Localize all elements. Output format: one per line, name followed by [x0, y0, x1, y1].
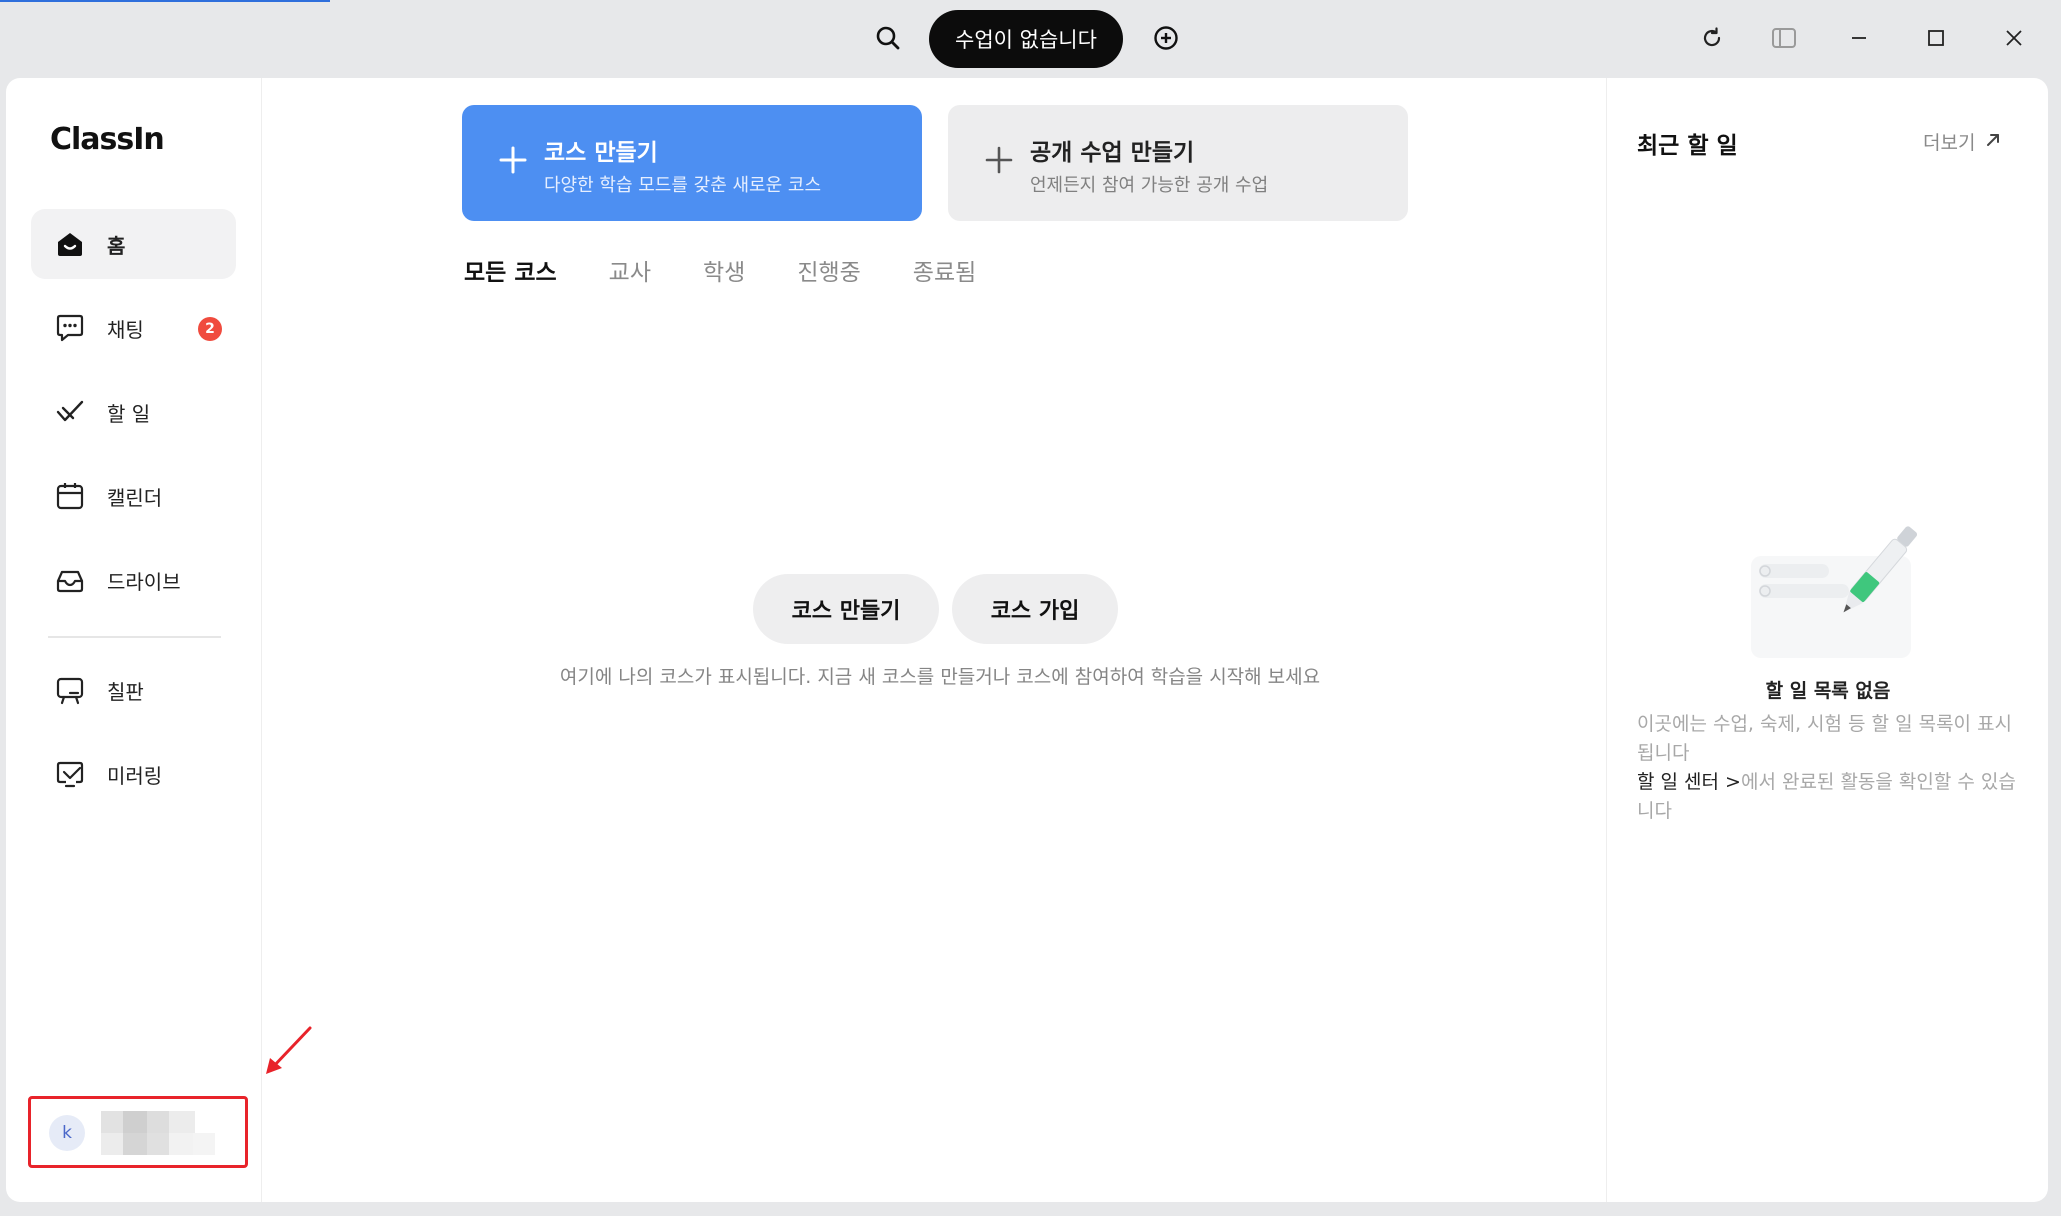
- empty-courses-hint: 여기에 나의 코스가 표시됩니다. 지금 새 코스를 만들거나 코스에 참여하여…: [559, 666, 1321, 688]
- empty-todo-illustration: [1751, 526, 1918, 658]
- sidebar-item-drive[interactable]: 드라이브: [31, 545, 236, 615]
- unread-badge: 2: [198, 317, 222, 341]
- calendar-icon: [53, 479, 87, 513]
- sidebar-item-home[interactable]: 홈: [31, 209, 236, 279]
- create-public-class-card[interactable]: 공개 수업 만들기 언제든지 참여 가능한 공개 수업: [948, 105, 1408, 221]
- home-icon: [53, 227, 87, 261]
- avatar[interactable]: k: [49, 1115, 85, 1151]
- user-profile[interactable]: k: [28, 1096, 248, 1168]
- blackboard-icon: [53, 673, 87, 707]
- sidebar-item-label: 채팅: [107, 317, 144, 342]
- sidebar-item-mirroring[interactable]: 미러링: [31, 739, 236, 809]
- classin-logo: ClassIn: [50, 122, 165, 157]
- todo-icon: [53, 395, 87, 429]
- create-public-subtitle: 언제든지 참여 가능한 공개 수업: [1030, 175, 1269, 196]
- sidebar-item-label: 칠판: [107, 679, 144, 704]
- sidebar-item-blackboard[interactable]: 칠판: [31, 655, 236, 725]
- drive-icon: [53, 563, 87, 597]
- arrow-up-right-icon: [1985, 131, 2001, 153]
- sidebar-item-label: 드라이브: [107, 569, 181, 594]
- join-course-button[interactable]: 코스 가입: [952, 574, 1118, 644]
- blurred-username: [97, 1111, 217, 1157]
- sidebar-item-label: 할 일: [107, 401, 151, 426]
- class-status-pill[interactable]: 수업이 없습니다: [929, 10, 1123, 68]
- close-icon[interactable]: [1996, 20, 2032, 56]
- plus-icon: [499, 146, 527, 174]
- create-course-card[interactable]: 코스 만들기 다양한 학습 모드를 갖춘 새로운 코스: [462, 105, 922, 221]
- maximize-icon[interactable]: [1918, 20, 1954, 56]
- todo-center-link[interactable]: 할 일 센터: [1637, 771, 1719, 793]
- recent-todo-title: 최근 할 일: [1637, 133, 1738, 159]
- empty-create-course-button[interactable]: 코스 만들기: [753, 574, 939, 644]
- app-window: 수업이 없습니다 ClassIn 홈 채팅 2 할 일 캘린더 드라이브 칠판 …: [0, 0, 2061, 1216]
- tab-ended[interactable]: 종료됨: [913, 253, 976, 293]
- create-public-title: 공개 수업 만들기: [1030, 140, 1195, 166]
- sidebar-toggle-icon[interactable]: [1766, 20, 1802, 56]
- chevron-right-icon: >: [1719, 771, 1741, 793]
- tab-all-courses[interactable]: 모든 코스: [464, 253, 557, 293]
- plus-icon: [985, 146, 1013, 174]
- tab-in-progress[interactable]: 진행중: [797, 253, 860, 293]
- create-course-title: 코스 만들기: [544, 140, 658, 166]
- empty-todo-description: 이곳에는 수업, 숙제, 시험 등 할 일 목록이 표시됩니다 할 일 센터 >…: [1637, 710, 2027, 826]
- more-link[interactable]: 더보기: [1923, 128, 2001, 155]
- sidebar-item-label: 캘린더: [107, 485, 163, 510]
- create-course-subtitle: 다양한 학습 모드를 갖춘 새로운 코스: [544, 175, 822, 196]
- sidebar-item-todo[interactable]: 할 일: [31, 377, 236, 447]
- sidebar-item-label: 홈: [107, 233, 126, 258]
- add-circle-icon[interactable]: [1148, 20, 1184, 56]
- tab-student[interactable]: 학생: [703, 253, 745, 293]
- recent-todo-panel: 최근 할 일 더보기 할 일 목록 없음 이곳에는 수업, 숙제, 시험 등 할…: [1606, 78, 2048, 1202]
- empty-todo-title: 할 일 목록 없음: [1765, 680, 1891, 702]
- sidebar-divider: [48, 636, 221, 638]
- refresh-icon[interactable]: [1694, 20, 1730, 56]
- sidebar-item-calendar[interactable]: 캘린더: [31, 461, 236, 531]
- more-link-label: 더보기: [1923, 132, 1976, 154]
- empty-todo-desc-text: 이곳에는 수업, 숙제, 시험 등 할 일 목록이 표시됩니다: [1637, 713, 2013, 764]
- mirroring-icon: [53, 757, 87, 791]
- sidebar-item-chat[interactable]: 채팅 2: [31, 293, 236, 363]
- search-icon[interactable]: [870, 20, 906, 56]
- tab-teacher[interactable]: 교사: [609, 253, 651, 293]
- annotation-arrow: [266, 1026, 312, 1074]
- course-filter-tabs: 모든 코스 교사 학생 진행중 종료됨: [464, 253, 1028, 293]
- sidebar: ClassIn 홈 채팅 2 할 일 캘린더 드라이브 칠판 미러링 k: [6, 78, 262, 1202]
- sidebar-item-label: 미러링: [107, 763, 163, 788]
- chat-icon: [53, 311, 87, 345]
- minimize-icon[interactable]: [1841, 20, 1877, 56]
- title-bar: 수업이 없습니다: [0, 0, 2061, 78]
